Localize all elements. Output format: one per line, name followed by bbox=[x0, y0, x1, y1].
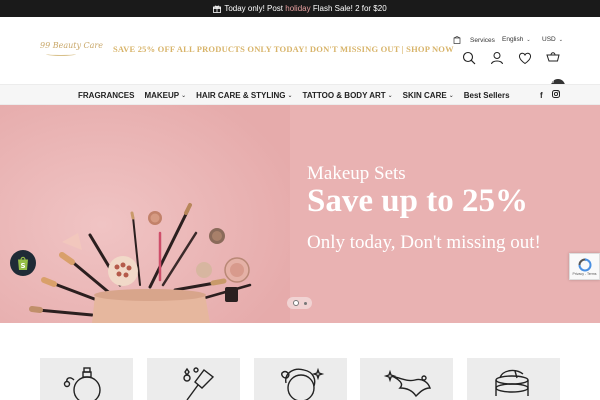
category-tile-makeup[interactable] bbox=[147, 358, 240, 400]
facebook-icon[interactable]: f bbox=[540, 91, 543, 100]
hero-title: Save up to 25% bbox=[307, 183, 528, 219]
hero-tagline: Only today, Don't missing out! bbox=[307, 232, 541, 253]
chevron-down-icon: ⌄ bbox=[287, 93, 293, 99]
svg-text:S: S bbox=[20, 262, 25, 270]
shopify-bag-icon[interactable]: S bbox=[10, 250, 36, 276]
perfume-bottle-icon bbox=[63, 367, 101, 400]
announcement-highlight: holiday bbox=[285, 4, 311, 13]
building-icon bbox=[453, 36, 461, 44]
search-icon[interactable] bbox=[462, 51, 476, 65]
hero-slider[interactable]: Makeup Sets Save up to 25% Only today, D… bbox=[0, 105, 600, 323]
hero-subtitle: Makeup Sets bbox=[307, 163, 406, 184]
announcement-bar: Today only! Post holiday Flash Sale! 2 f… bbox=[0, 0, 600, 17]
skincare-jar-icon bbox=[495, 369, 529, 396]
header-icons: 0 bbox=[462, 51, 565, 93]
language-select[interactable]: English ⌄ bbox=[502, 36, 531, 43]
slider-pagination bbox=[287, 297, 312, 309]
currency-select[interactable]: USD ⌄ bbox=[542, 36, 563, 43]
services-link[interactable]: Services bbox=[453, 36, 495, 44]
nav-item-hair-care[interactable]: HAIR CARE & STYLING ⌄ bbox=[196, 91, 292, 100]
nav-item-fragrances[interactable]: FRAGRANCES bbox=[78, 91, 134, 100]
site-header: 99 Beauty Care SAVE 25% OFF ALL PRODUCTS… bbox=[0, 17, 600, 93]
chevron-down-icon: ⌄ bbox=[558, 36, 563, 43]
nav-item-makeup[interactable]: MAKEUP ⌄ bbox=[144, 91, 186, 100]
recaptcha-icon bbox=[578, 257, 591, 271]
chevron-down-icon: ⌄ bbox=[526, 36, 531, 43]
wishlist-heart-icon[interactable] bbox=[518, 51, 532, 65]
slide-dot[interactable] bbox=[303, 301, 307, 305]
currency-label: USD bbox=[542, 36, 556, 43]
makeup-brush-icon bbox=[183, 367, 215, 400]
nav-item-skin-care[interactable]: SKIN CARE ⌄ bbox=[403, 91, 454, 100]
category-tiles bbox=[0, 323, 600, 400]
nav-item-tattoo[interactable]: TATTOO & BODY ART ⌄ bbox=[303, 91, 393, 100]
chevron-down-icon: ⌄ bbox=[387, 93, 393, 99]
recaptcha-links: Privacy - Terms bbox=[572, 271, 597, 276]
main-navigation: FRAGRANCES MAKEUP ⌄ HAIR CARE & STYLING ⌄ … bbox=[0, 84, 600, 105]
recaptcha-badge[interactable]: Privacy - Terms bbox=[569, 253, 600, 280]
announcement-text: Today only! Post holiday Flash Sale! 2 f… bbox=[224, 4, 387, 13]
category-tile-skin-care[interactable] bbox=[467, 358, 560, 400]
nav-item-best-sellers[interactable]: Best Sellers bbox=[464, 91, 510, 100]
category-tile-fragrances[interactable] bbox=[40, 358, 133, 400]
instagram-icon[interactable] bbox=[552, 90, 560, 100]
brand-logo[interactable]: 99 Beauty Care bbox=[40, 41, 103, 56]
makeup-products-image bbox=[0, 105, 290, 323]
promo-banner-link[interactable]: SAVE 25% OFF ALL PRODUCTS ONLY TODAY! DO… bbox=[113, 44, 454, 54]
slide-dot-active[interactable] bbox=[292, 300, 299, 306]
services-label: Services bbox=[470, 36, 495, 44]
tattoo-swallow-icon bbox=[383, 369, 431, 398]
chevron-down-icon: ⌄ bbox=[181, 93, 187, 99]
category-tile-hair-care[interactable] bbox=[254, 358, 347, 400]
gift-icon bbox=[213, 5, 222, 13]
category-tile-tattoo[interactable] bbox=[360, 358, 453, 400]
chevron-down-icon: ⌄ bbox=[448, 93, 454, 99]
hair-woman-icon bbox=[281, 367, 325, 400]
language-label: English bbox=[502, 36, 524, 43]
account-icon[interactable] bbox=[490, 51, 504, 65]
cart-icon[interactable]: 0 bbox=[546, 51, 565, 93]
